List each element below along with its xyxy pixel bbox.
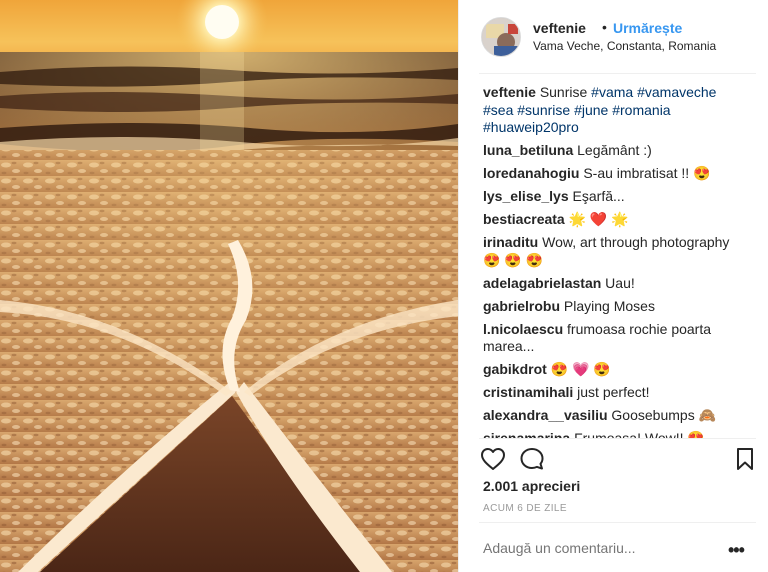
hashtag[interactable]: #sunrise — [517, 102, 570, 118]
hashtag[interactable]: #vama — [591, 84, 633, 100]
comment-input[interactable] — [483, 540, 713, 556]
likes-count[interactable]: 2.001 aprecieri — [483, 478, 580, 494]
header-divider — [479, 73, 756, 74]
comment-text: 🌟 ❤️ 🌟 — [568, 211, 629, 227]
comment-text: Goosebumps 🙈 — [611, 407, 717, 423]
comment-item: luna_betiluna Legământ :) — [483, 142, 745, 160]
instagram-post: veftenie • Urmărește Vama Veche, Constan… — [0, 0, 768, 572]
hashtag[interactable]: #vamaveche — [637, 84, 716, 100]
comment-item: cristinamihali just perfect! — [483, 384, 745, 402]
comment-username[interactable]: gabrielrobu — [483, 298, 560, 314]
comment-item: loredanahogiu S-au imbratisat !! 😍 — [483, 165, 745, 183]
hashtag[interactable]: #huaweip20pro — [483, 119, 579, 135]
comment-text: Playing Moses — [563, 297, 655, 314]
heart-icon[interactable] — [480, 447, 506, 476]
location-link[interactable]: Vama Veche, Constanta, Romania — [533, 39, 716, 53]
comment-divider — [479, 522, 756, 523]
comments-scrollbar[interactable] — [762, 80, 766, 435]
comment-username[interactable]: bestiacreata — [483, 211, 565, 227]
post-side-panel: veftenie • Urmărește Vama Veche, Constan… — [458, 0, 768, 572]
comment-item: alexandra__vasiliu Goosebumps 🙈 — [483, 407, 745, 425]
comment-item: lys_elise_lys Eşarfă... — [483, 188, 745, 206]
comment-item: bestiacreata 🌟 ❤️ 🌟 — [483, 211, 745, 229]
post-photo[interactable] — [0, 0, 458, 572]
caption: veftenie Sunrise #vama #vamaveche #sea #… — [483, 84, 745, 137]
comment-item: l.nicolaescu frumoasa rochie poarta mare… — [483, 321, 745, 356]
comment-username[interactable]: adelagabrielastan — [483, 275, 601, 291]
caption-text: Sunrise — [539, 84, 588, 100]
hashtag[interactable]: #june — [574, 102, 608, 118]
comments-list[interactable]: veftenie Sunrise #vama #vamaveche #sea #… — [483, 84, 745, 439]
comment-text: Uau! — [605, 274, 635, 291]
avatar-image — [482, 18, 520, 56]
comment-username[interactable]: gabikdrot — [483, 361, 547, 377]
comment-item: adelagabrielastan Uau! — [483, 275, 745, 293]
comment-username[interactable]: lys_elise_lys — [483, 188, 569, 204]
comment-text: Legământ :) — [577, 142, 652, 158]
comment-username[interactable]: loredanahogiu — [483, 165, 579, 181]
comment-item: gabrielrobu Playing Moses — [483, 298, 745, 316]
comment-username[interactable]: luna_betiluna — [483, 142, 573, 158]
header-separator: • — [602, 19, 607, 35]
caption-username[interactable]: veftenie — [483, 84, 536, 100]
hashtag[interactable]: #sea — [483, 102, 513, 118]
comment-item: gabikdrot 😍 💗 😍 — [483, 361, 745, 379]
comment-text: 😍 💗 😍 — [550, 361, 611, 377]
actions-divider — [479, 438, 756, 439]
bookmark-icon[interactable] — [735, 447, 755, 476]
comment-username[interactable]: l.nicolaescu — [483, 321, 563, 337]
sunrise-beach-image — [0, 0, 458, 572]
comment-username[interactable]: cristinamihali — [483, 384, 573, 400]
post-timestamp[interactable]: ACUM 6 DE ZILE — [483, 503, 567, 514]
comment-text: S-au imbratisat !! 😍 — [583, 165, 711, 181]
comment-bubble-icon[interactable] — [519, 447, 545, 476]
author-username[interactable]: veftenie — [533, 20, 586, 36]
comment-username[interactable]: alexandra__vasiliu — [483, 407, 608, 423]
post-header: veftenie • Urmărește Vama Veche, Constan… — [459, 0, 768, 74]
comment-text: Eşarfă... — [572, 188, 625, 204]
avatar[interactable] — [481, 17, 521, 57]
comment-item: irinaditu Wow, art through photography 😍… — [483, 234, 745, 269]
hashtag[interactable]: #romania — [612, 102, 670, 118]
follow-button[interactable]: Urmărește — [613, 20, 682, 36]
comment-text: just perfect! — [577, 384, 650, 400]
more-options-icon[interactable]: ••• — [728, 540, 745, 561]
comment-username[interactable]: irinaditu — [483, 234, 538, 250]
